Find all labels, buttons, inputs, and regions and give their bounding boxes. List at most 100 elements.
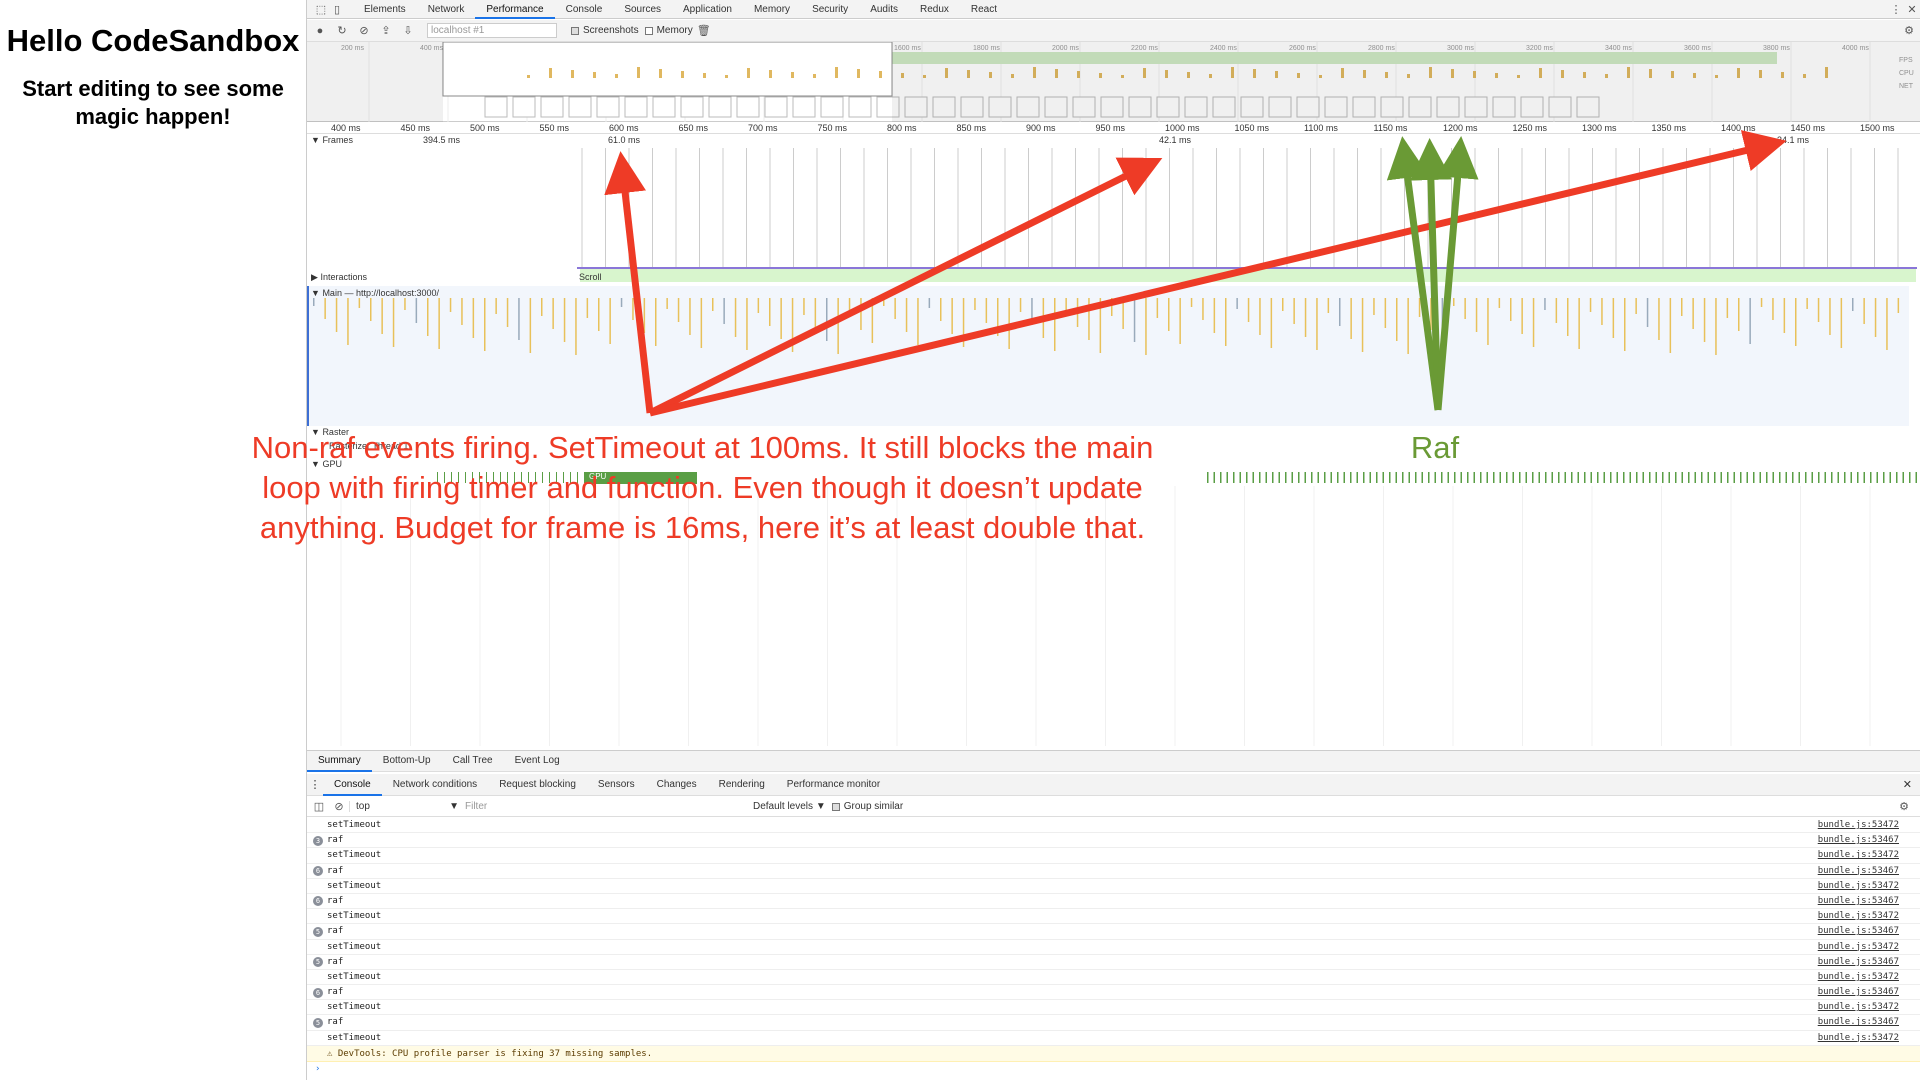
details-tab-bottom-up[interactable]: Bottom-Up bbox=[372, 750, 442, 772]
tab-application[interactable]: Application bbox=[672, 0, 743, 19]
source-link[interactable]: bundle.js:53467 bbox=[1818, 985, 1899, 1000]
gpu-slice bbox=[1226, 472, 1228, 483]
log-levels-select[interactable]: Default levels ▼ bbox=[753, 801, 826, 812]
source-link[interactable]: bundle.js:53472 bbox=[1818, 940, 1899, 955]
sidebar-toggle-icon[interactable]: ◫ bbox=[309, 800, 329, 813]
source-link[interactable]: bundle.js:53472 bbox=[1818, 970, 1899, 985]
console-message[interactable]: setTimeout bundle.js:53472 bbox=[307, 940, 1920, 955]
main-task bbox=[1361, 298, 1364, 352]
console-message[interactable]: setTimeout bundle.js:53472 bbox=[307, 848, 1920, 864]
trash-icon[interactable]: 🗑 bbox=[693, 24, 715, 37]
gpu-slice bbox=[1818, 472, 1820, 483]
tab-performance[interactable]: Performance bbox=[475, 0, 555, 19]
details-tab-call-tree[interactable]: Call Tree bbox=[442, 750, 504, 772]
frames-track[interactable]: ▼ Frames 394.5 ms 61.0 ms 42.1 ms 34.1 m… bbox=[307, 134, 1920, 282]
console-message[interactable]: 6 raf bundle.js:53467 bbox=[307, 985, 1920, 1001]
record-icon[interactable]: ● bbox=[309, 25, 331, 37]
context-select[interactable]: top ▼ bbox=[349, 801, 459, 812]
drawer-tab-request-blocking[interactable]: Request blocking bbox=[488, 774, 587, 796]
gpu-slice bbox=[1311, 472, 1313, 483]
console-message[interactable]: 5 raf bundle.js:53467 bbox=[307, 955, 1920, 970]
details-tab-event-log[interactable]: Event Log bbox=[504, 750, 571, 772]
main-collapse-icon[interactable]: ▼ bbox=[311, 288, 320, 298]
gpu-slice bbox=[1629, 472, 1631, 483]
drawer-menu-icon[interactable]: ⋮ bbox=[307, 778, 323, 791]
source-link[interactable]: bundle.js:53472 bbox=[1818, 848, 1899, 863]
drawer-tab-sensors[interactable]: Sensors bbox=[587, 774, 646, 796]
drawer-tab-console[interactable]: Console bbox=[323, 774, 382, 796]
console-message[interactable]: setTimeout bundle.js:53472 bbox=[307, 1031, 1920, 1046]
interactions-expand-icon[interactable]: ▶ bbox=[311, 272, 318, 282]
drawer-tab-changes[interactable]: Changes bbox=[646, 774, 708, 796]
close-devtools-icon[interactable]: ✕ bbox=[1904, 3, 1920, 16]
console-message[interactable]: 6 raf bundle.js:53467 bbox=[307, 864, 1920, 879]
inspect-icon[interactable]: ⬚ bbox=[313, 3, 329, 16]
console-message[interactable]: setTimeout bundle.js:53472 bbox=[307, 970, 1920, 986]
source-link[interactable]: bundle.js:53472 bbox=[1818, 879, 1899, 894]
reload-record-icon[interactable]: ↻ bbox=[331, 24, 353, 37]
tab-redux[interactable]: Redux bbox=[909, 0, 960, 19]
cpu-bar bbox=[681, 71, 684, 78]
gpu-slice bbox=[1603, 472, 1605, 483]
console-settings-icon[interactable]: ⚙ bbox=[1894, 800, 1914, 813]
tab-elements[interactable]: Elements bbox=[353, 0, 417, 19]
source-link[interactable]: bundle.js:53467 bbox=[1818, 864, 1899, 879]
console-message[interactable]: 5 raf bundle.js:53467 bbox=[307, 1015, 1920, 1031]
source-link[interactable]: bundle.js:53472 bbox=[1818, 818, 1899, 833]
memory-checkbox[interactable] bbox=[644, 26, 653, 35]
source-link[interactable]: bundle.js:53472 bbox=[1818, 1031, 1899, 1046]
overview-selection bbox=[442, 42, 893, 97]
console-message[interactable]: setTimeout bundle.js:53472 bbox=[307, 818, 1920, 834]
download-profile-icon[interactable]: ⇩ bbox=[397, 24, 419, 37]
console-message[interactable]: setTimeout bundle.js:53472 bbox=[307, 909, 1920, 925]
drawer-tab-bar: ⋮ Console Network conditions Request block… bbox=[307, 774, 1920, 796]
tab-audits[interactable]: Audits bbox=[859, 0, 909, 19]
clear-icon[interactable]: ⊘ bbox=[353, 24, 375, 37]
tab-security[interactable]: Security bbox=[801, 0, 859, 19]
filter-input[interactable]: Filter bbox=[459, 800, 749, 814]
scroll-interaction[interactable]: Scroll bbox=[579, 272, 602, 282]
main-thread-track[interactable] bbox=[307, 286, 1909, 426]
tab-console[interactable]: Console bbox=[555, 0, 614, 19]
main-task bbox=[1601, 298, 1603, 325]
screenshot-thumb bbox=[736, 96, 760, 118]
upload-profile-icon[interactable]: ⇪ bbox=[375, 24, 397, 37]
profile-select[interactable]: localhost #1 bbox=[427, 23, 557, 38]
timeline-overview[interactable]: 200 ms400 ms600 ms800 ms1000 ms1200 ms14… bbox=[307, 42, 1920, 122]
console-message[interactable]: 5 raf bundle.js:53467 bbox=[307, 924, 1920, 940]
group-similar-checkbox[interactable] bbox=[831, 802, 840, 811]
screenshot-thumb bbox=[848, 96, 872, 118]
console-message[interactable]: setTimeout bundle.js:53472 bbox=[307, 1000, 1920, 1016]
more-menu-icon[interactable]: ⋮ bbox=[1888, 3, 1904, 16]
drawer-tab-network-conditions[interactable]: Network conditions bbox=[382, 774, 488, 796]
interactions-track[interactable]: ▶ Interactions Scroll bbox=[307, 272, 1920, 284]
details-tab-summary[interactable]: Summary bbox=[307, 750, 372, 772]
source-link[interactable]: bundle.js:53467 bbox=[1818, 894, 1899, 909]
source-link[interactable]: bundle.js:53467 bbox=[1818, 924, 1899, 939]
tab-react[interactable]: React bbox=[960, 0, 1008, 19]
console-message[interactable]: setTimeout bundle.js:53472 bbox=[307, 879, 1920, 894]
source-link[interactable]: bundle.js:53472 bbox=[1818, 909, 1899, 924]
clear-console-icon[interactable]: ⊘ bbox=[329, 800, 349, 813]
tab-sources[interactable]: Sources bbox=[613, 0, 672, 19]
source-link[interactable]: bundle.js:53467 bbox=[1818, 955, 1899, 970]
capture-settings-icon[interactable]: ⚙ bbox=[1898, 24, 1920, 37]
source-link[interactable]: bundle.js:53467 bbox=[1818, 1015, 1899, 1030]
console-message[interactable]: 3 raf bundle.js:53467 bbox=[307, 833, 1920, 849]
source-link[interactable]: bundle.js:53467 bbox=[1818, 833, 1899, 848]
main-task bbox=[1111, 298, 1113, 316]
cpu-bar bbox=[813, 74, 816, 78]
tab-network[interactable]: Network bbox=[417, 0, 476, 19]
source-link[interactable]: bundle.js:53472 bbox=[1818, 1000, 1899, 1015]
gpu-slice bbox=[1785, 472, 1787, 483]
drawer-tab-rendering[interactable]: Rendering bbox=[708, 774, 776, 796]
main-task bbox=[700, 298, 703, 348]
message-text: raf bbox=[327, 987, 344, 998]
console-prompt[interactable]: › bbox=[307, 1062, 1920, 1076]
close-drawer-icon[interactable]: ✕ bbox=[1903, 778, 1912, 791]
tab-memory[interactable]: Memory bbox=[743, 0, 801, 19]
screenshots-checkbox[interactable] bbox=[571, 26, 579, 35]
drawer-tab-performance-monitor[interactable]: Performance monitor bbox=[776, 774, 891, 796]
console-message[interactable]: 6 raf bundle.js:53467 bbox=[307, 894, 1920, 910]
device-toolbar-icon[interactable]: ▯ bbox=[329, 3, 345, 16]
